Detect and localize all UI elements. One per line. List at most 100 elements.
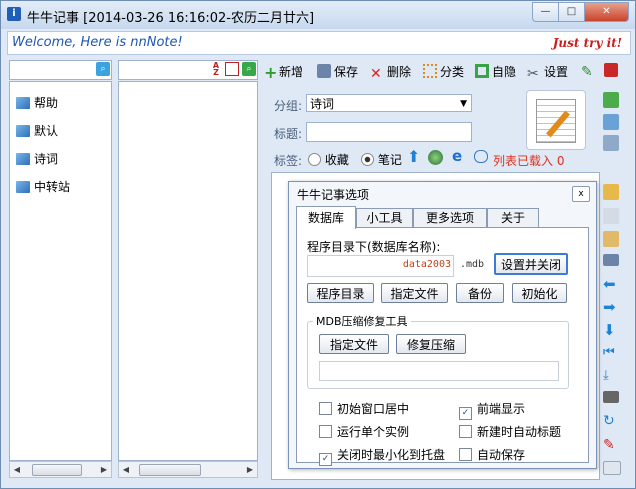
option-auto-title[interactable]: 新建时自动标题 [459,423,561,440]
eraser-icon[interactable] [603,391,619,403]
note-search-input[interactable]: AZ ⌕ [118,60,258,80]
calendar-icon[interactable] [225,62,239,76]
radio-icon [308,153,321,166]
new-label: 新增 [279,65,304,79]
dialog-close-button[interactable]: x [572,186,590,202]
delete-label: 删除 [387,65,412,79]
category-icon [16,125,30,137]
plus-icon: + [264,63,278,82]
scroll-thumb[interactable] [32,464,82,476]
option-label: 自动保存 [477,448,526,462]
doc-icon[interactable] [603,114,619,130]
pen-icon[interactable]: ✎ [603,437,619,453]
radio-note[interactable]: 笔记 [361,151,402,168]
init-button[interactable]: 初始化 [512,283,567,303]
new-button[interactable]: + 新增 [264,63,303,81]
checkbox-icon [459,448,472,461]
ie-icon[interactable]: e [452,149,467,164]
tab-about[interactable]: 关于 [487,208,539,228]
group-label: 分组: [274,99,303,113]
tab-more-options[interactable]: 更多选项 [413,208,487,228]
save-label: 保存 [334,65,359,79]
option-minimize-to-tray[interactable]: ✓ 关闭时最小化到托盘 [319,446,445,466]
hide-icon [475,64,489,78]
minimize-button[interactable]: — [532,2,559,22]
save-button[interactable]: 保存 [317,63,358,80]
option-auto-save[interactable]: 自动保存 [459,446,525,463]
title-bar: i 牛牛记事 [2014-03-26 16:16:02-农历二月廿六] — □ … [1,1,635,29]
checkbox-icon [319,402,332,415]
refresh-icon[interactable]: ↻ [603,413,619,429]
category-item[interactable]: 帮助 [16,94,58,111]
scroll-left-arrow-icon[interactable]: ◀ [119,462,133,477]
category-item[interactable]: 默认 [16,122,58,139]
group-select[interactable]: 诗词 ▼ [306,94,472,112]
specify-file-button[interactable]: 指定文件 [381,283,448,303]
mdb-path-input[interactable] [319,361,559,381]
option-single-instance[interactable]: 运行单个实例 [319,423,409,440]
scroll-thumb[interactable] [139,464,201,476]
arrow-left-icon[interactable]: ⬅ [603,276,619,292]
resize-grip-icon[interactable] [603,461,621,475]
exit-button[interactable] [604,63,621,78]
indent-icon[interactable] [603,254,619,266]
category-label: 帮助 [34,96,59,110]
scroll-left-arrow-icon[interactable]: ◀ [10,462,24,477]
backup-button[interactable]: 备份 [456,283,504,303]
db-name-input[interactable]: data2003 [307,255,454,277]
main-window: i 牛牛记事 [2014-03-26 16:16:02-农历二月廿六] — □ … [0,0,636,489]
scroll-right-arrow-icon[interactable]: ▶ [97,462,111,477]
mdb-repair-button[interactable]: 修复压缩 [396,334,466,354]
chevron-down-icon: ▼ [460,99,467,109]
classify-button[interactable]: 分类 [423,63,464,80]
comment-icon[interactable] [474,150,488,163]
delete-button[interactable]: ✕ 删除 [370,63,411,81]
set-and-close-button[interactable]: 设置并关闭 [494,253,568,275]
download-icon[interactable]: ⤓ [603,368,619,384]
delete-icon: ✕ [370,66,382,82]
checkbox-icon [459,425,472,438]
radio-collect-label: 收藏 [324,153,349,167]
first-icon[interactable]: ⏮ [603,345,619,361]
category-item[interactable]: 诗词 [16,150,58,167]
option-label: 运行单个实例 [337,425,410,439]
category-item[interactable]: 中转站 [16,178,70,195]
category-search-input[interactable]: ⌕ [9,60,112,80]
copy-icon[interactable] [603,208,619,224]
hide-button[interactable]: 自隐 [475,63,516,80]
category-label: 默认 [34,124,59,138]
pin-button[interactable]: ✎ [581,63,598,79]
sort-az-icon[interactable]: AZ [209,62,223,77]
paste-icon[interactable] [603,231,619,247]
option-center-window[interactable]: 初始窗口居中 [319,400,409,417]
upload-arrow-icon[interactable]: ⬆ [407,149,421,165]
maximize-button[interactable]: □ [558,2,585,22]
close-button[interactable]: ✕ [584,2,629,22]
arrow-down-icon[interactable]: ⬇ [603,322,619,338]
note-list-panel [118,81,258,461]
settings-label: 设置 [544,65,569,79]
dialog-title: 牛牛记事选项 [297,188,370,202]
mdb-specify-file-button[interactable]: 指定文件 [319,334,389,354]
note-list-hscrollbar[interactable]: ◀ ▶ [118,461,258,478]
tab-tools[interactable]: 小工具 [356,208,413,228]
tools-icon: ✂ [527,66,539,82]
program-dir-button[interactable]: 程序目录 [307,283,374,303]
settings-button[interactable]: ✂ 设置 [527,63,568,81]
app-icon: i [7,7,21,21]
grid-icon[interactable] [603,135,619,151]
search-icon[interactable]: ⌕ [242,62,256,76]
search-icon[interactable]: ⌕ [96,62,110,76]
hide-label: 自隐 [492,65,517,79]
radio-collect[interactable]: 收藏 [308,151,349,168]
forward-icon[interactable] [603,92,619,108]
tab-database[interactable]: 数据库 [296,206,356,229]
options-dialog: 牛牛记事选项 x 数据库 小工具 更多选项 关于 程序目录下(数据库名称): d… [288,181,597,469]
globe-icon[interactable] [428,150,443,165]
option-always-on-top[interactable]: ✓ 前端显示 [459,400,525,420]
scroll-right-arrow-icon[interactable]: ▶ [243,462,257,477]
category-hscrollbar[interactable]: ◀ ▶ [9,461,112,478]
arrow-right-icon[interactable]: ➡ [603,299,619,315]
folder-open-icon[interactable] [603,184,619,200]
title-input[interactable] [306,122,472,142]
